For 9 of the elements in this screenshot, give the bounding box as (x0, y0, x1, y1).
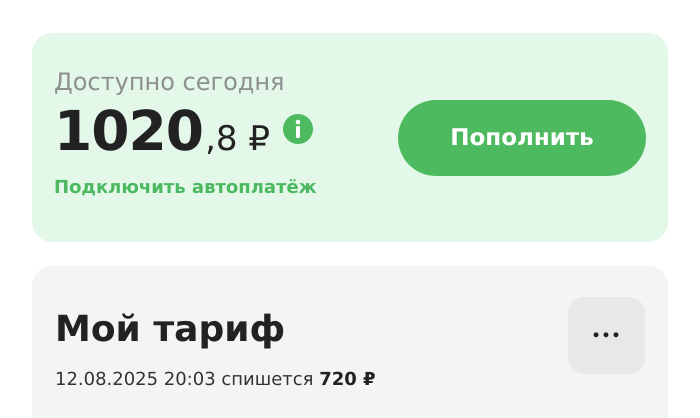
more-button[interactable]: ••• (568, 297, 645, 374)
topup-button[interactable]: Пополнить (398, 100, 646, 176)
info-icon[interactable] (282, 113, 314, 145)
balance-label: Доступно сегодня (54, 67, 286, 97)
balance-fraction: ,8 ₽ (205, 119, 270, 159)
charge-info: 12.08.2025 20:03 спишется 720 ₽ (55, 369, 376, 390)
balance-amount: 1020 (54, 99, 204, 163)
autopay-link[interactable]: Подключить автоплатёж (54, 177, 317, 198)
tariff-title: Мой тариф (55, 308, 286, 352)
